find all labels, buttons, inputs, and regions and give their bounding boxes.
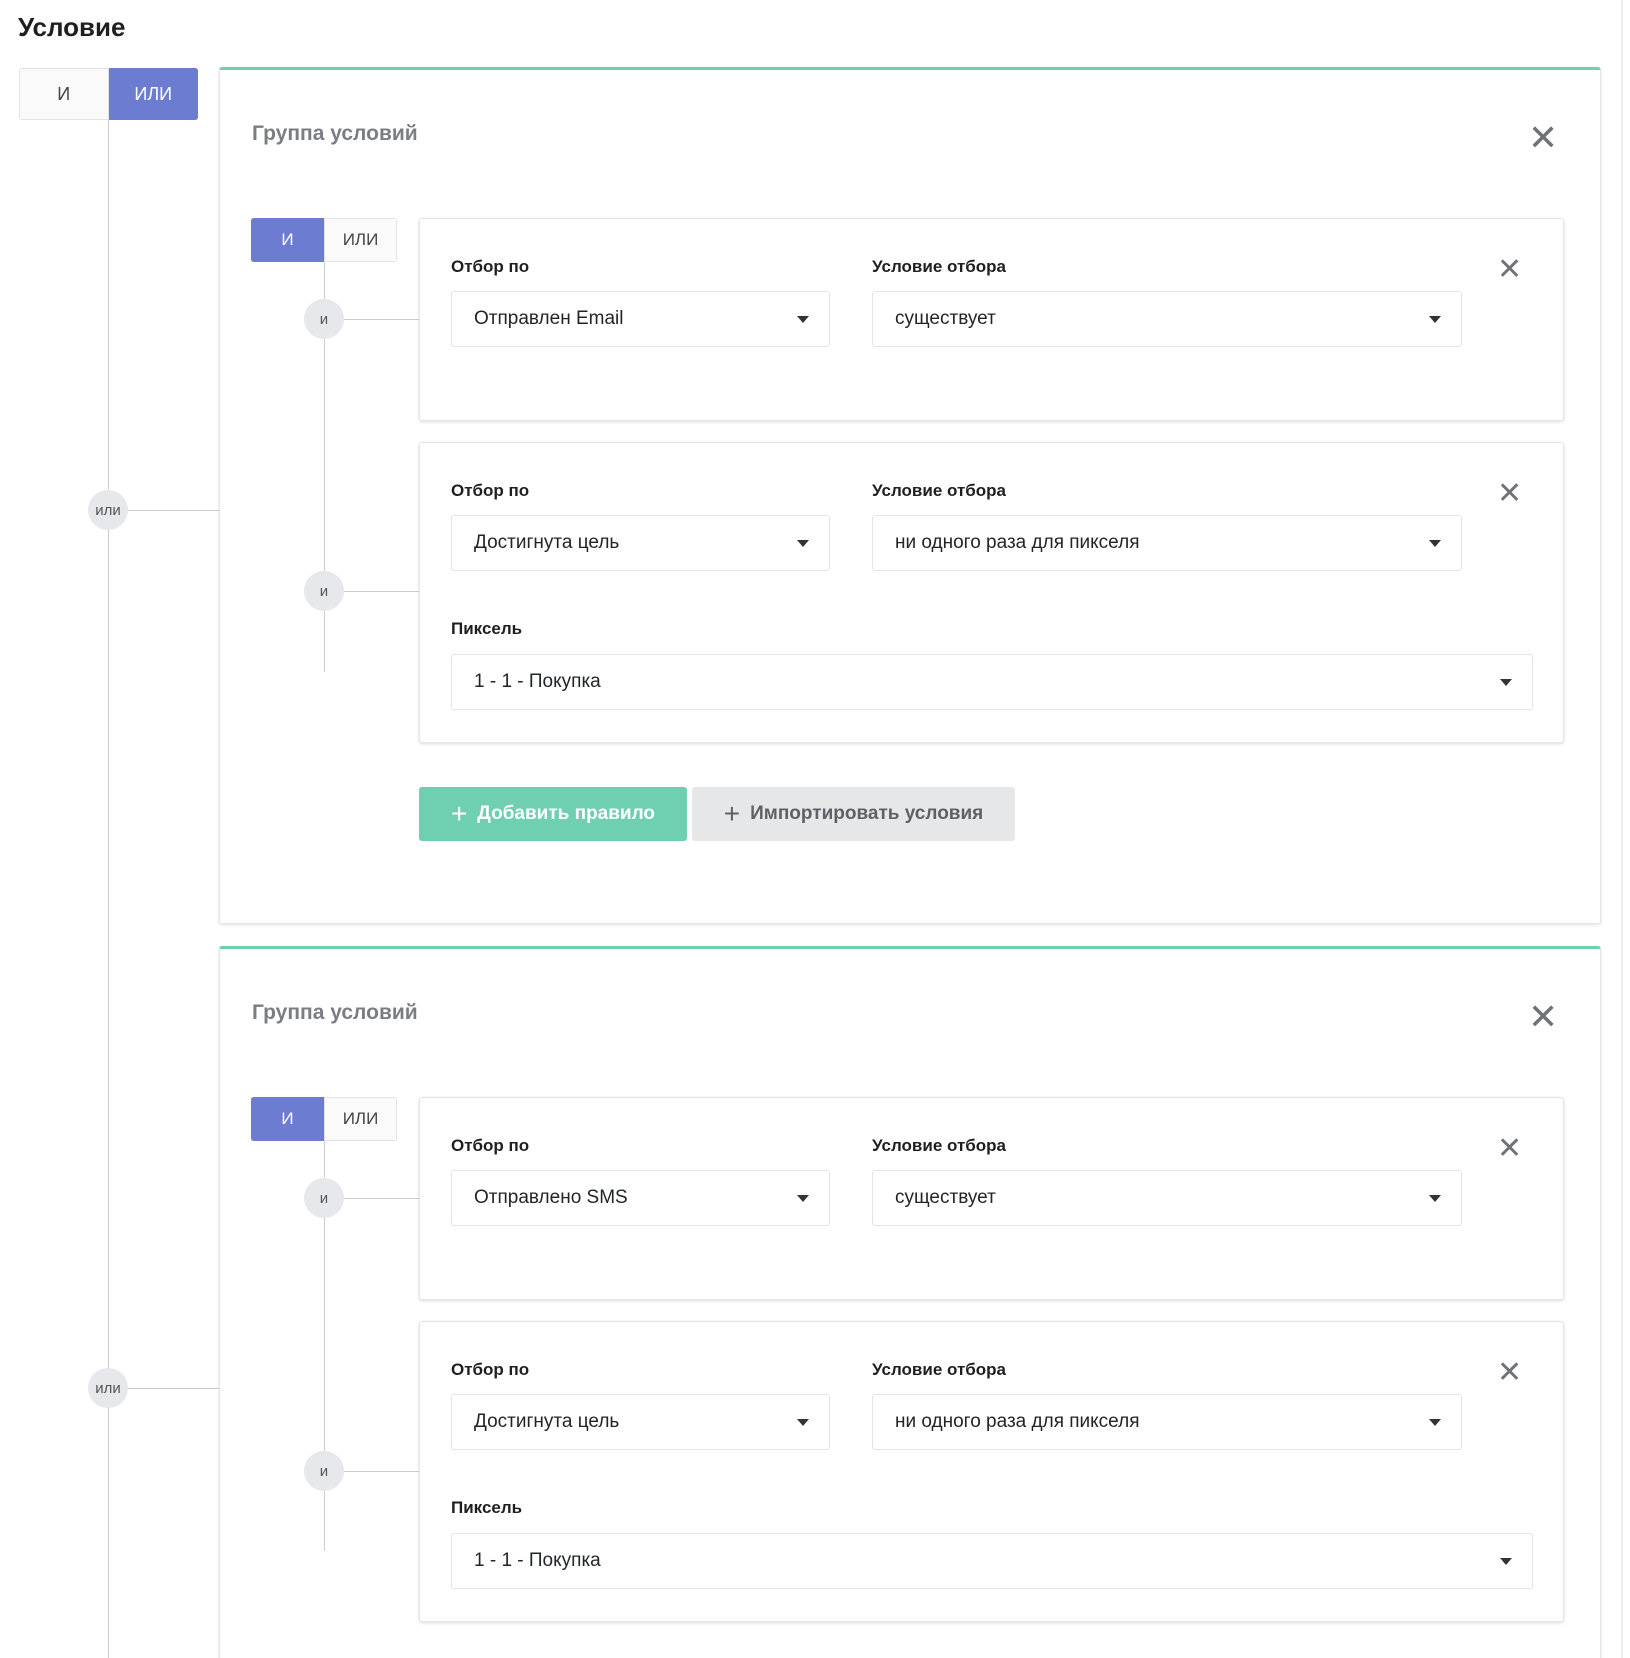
group-branch-line (344, 1198, 420, 1199)
group-and-button[interactable]: И (251, 218, 324, 262)
remove-rule-icon[interactable]: ✕ (1497, 255, 1522, 285)
root-and-button[interactable]: И (19, 68, 109, 120)
filter-by-label: Отбор по (451, 1136, 530, 1155)
filter-condition-value: ни одного раза для пикселя (895, 1411, 1140, 1432)
filter-condition-select[interactable]: ни одного раза для пикселя (872, 1394, 1462, 1450)
caret-down-icon (1500, 679, 1512, 686)
caret-down-icon (797, 1419, 809, 1426)
pixel-value: 1 - 1 - Покупка (474, 1550, 601, 1571)
filter-by-value: Отправлен Email (474, 308, 624, 329)
pixel-select[interactable]: 1 - 1 - Покупка (451, 654, 1533, 710)
rule-card: Отбор по Условие отбора Достигнута цель … (419, 1321, 1564, 1622)
pixel-label: Пиксель (451, 1498, 523, 1517)
close-group-icon[interactable]: ✕ (1528, 999, 1558, 1035)
group-and-button[interactable]: И (251, 1097, 324, 1141)
filter-by-label: Отбор по (451, 481, 530, 500)
remove-rule-icon[interactable]: ✕ (1497, 1134, 1522, 1164)
group-logic-toggle: И ИЛИ (251, 1097, 397, 1141)
filter-condition-select[interactable]: ни одного раза для пикселя (872, 515, 1462, 571)
filter-by-value: Достигнута цель (474, 1411, 620, 1432)
close-group-icon[interactable]: ✕ (1528, 120, 1558, 156)
filter-by-select[interactable]: Достигнута цель (451, 1394, 830, 1450)
and-connector: и (304, 1451, 344, 1491)
caret-down-icon (1429, 540, 1441, 547)
filter-condition-label: Условие отбора (872, 257, 1007, 276)
filter-condition-select[interactable]: существует (872, 1170, 1462, 1226)
caret-down-icon (797, 540, 809, 547)
caret-down-icon (1429, 316, 1441, 323)
or-connector: или (88, 1368, 128, 1408)
group-title: Группа условий (252, 1001, 418, 1024)
filter-by-select[interactable]: Отправлено SMS (451, 1170, 830, 1226)
group-branch-line (344, 319, 420, 320)
group-or-button[interactable]: ИЛИ (324, 218, 397, 262)
group-logic-toggle: И ИЛИ (251, 218, 397, 262)
filter-by-label: Отбор по (451, 257, 530, 276)
filter-by-select[interactable]: Отправлен Email (451, 291, 830, 347)
filter-condition-label: Условие отбора (872, 1136, 1007, 1155)
root-logic-toggle: И ИЛИ (19, 68, 198, 120)
filter-condition-label: Условие отбора (872, 481, 1007, 500)
and-connector: и (304, 299, 344, 339)
rule-card: Отбор по Условие отбора Достигнута цель … (419, 442, 1564, 743)
filter-condition-value: существует (895, 308, 996, 329)
filter-condition-select[interactable]: существует (872, 291, 1462, 347)
root-branch-line (128, 1388, 219, 1389)
root-or-button[interactable]: ИЛИ (108, 68, 198, 120)
group-branch-line (344, 591, 420, 592)
plus-icon: + (723, 798, 741, 829)
remove-rule-icon[interactable]: ✕ (1497, 1358, 1522, 1388)
filter-condition-value: ни одного раза для пикселя (895, 532, 1140, 553)
add-rule-button[interactable]: + Добавить правило (419, 787, 687, 841)
and-connector: и (304, 571, 344, 611)
condition-builder: Условие И ИЛИ или или Группа условий ✕ И… (0, 0, 1630, 1658)
condition-group: Группа условий ✕ И ИЛИ и и Отбор по Усло… (219, 67, 1601, 924)
pixel-label: Пиксель (451, 619, 523, 638)
add-rule-label: Добавить правило (477, 803, 656, 824)
and-connector: и (304, 1178, 344, 1218)
filter-condition-label: Условие отбора (872, 1360, 1007, 1379)
filter-by-value: Достигнута цель (474, 532, 620, 553)
panel-divider (1621, 0, 1623, 1658)
pixel-select[interactable]: 1 - 1 - Покупка (451, 1533, 1533, 1589)
import-conditions-label: Импортировать условия (750, 803, 984, 824)
pixel-value: 1 - 1 - Покупка (474, 671, 601, 692)
group-branch-line (344, 1471, 420, 1472)
plus-icon: + (450, 798, 468, 829)
group-title: Группа условий (252, 122, 418, 145)
root-tree-line (108, 120, 109, 1658)
caret-down-icon (797, 316, 809, 323)
filter-by-label: Отбор по (451, 1360, 530, 1379)
caret-down-icon (1500, 1558, 1512, 1565)
caret-down-icon (797, 1195, 809, 1202)
import-conditions-button[interactable]: + Импортировать условия (692, 787, 1015, 841)
section-title: Условие (18, 12, 126, 42)
root-branch-line (128, 510, 219, 511)
filter-by-select[interactable]: Достигнута цель (451, 515, 830, 571)
caret-down-icon (1429, 1419, 1441, 1426)
condition-group: Группа условий ✕ И ИЛИ и и Отбор по Усло… (219, 946, 1601, 1658)
or-connector: или (88, 490, 128, 530)
filter-condition-value: существует (895, 1187, 996, 1208)
rule-card: Отбор по Условие отбора Отправлено SMS с… (419, 1097, 1564, 1300)
rule-card: Отбор по Условие отбора Отправлен Email … (419, 218, 1564, 421)
caret-down-icon (1429, 1195, 1441, 1202)
group-or-button[interactable]: ИЛИ (324, 1097, 397, 1141)
filter-by-value: Отправлено SMS (474, 1187, 628, 1208)
remove-rule-icon[interactable]: ✕ (1497, 479, 1522, 509)
